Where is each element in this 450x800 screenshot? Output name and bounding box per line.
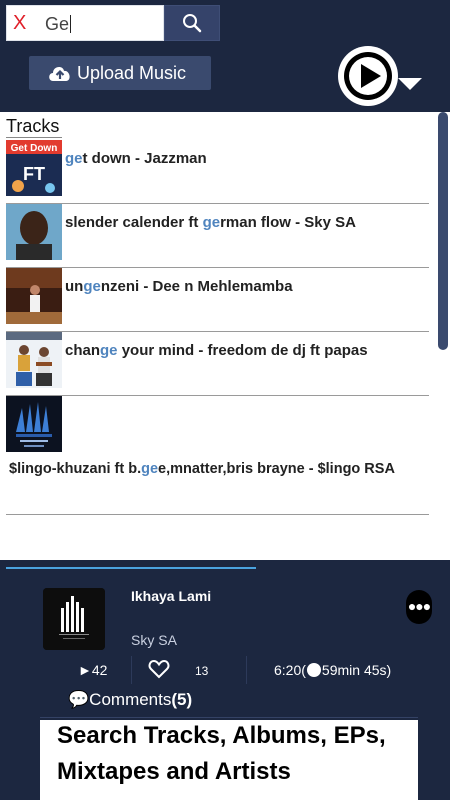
track-title: change your mind - freedom de dj ft papa… xyxy=(65,342,368,359)
track-title: $lingo-khuzani ft b.gee,mnatter,bris bra… xyxy=(9,461,395,477)
tracks-panel: Tracks Get Down FT get down - Jazzman sl… xyxy=(0,112,436,560)
top-bar: X Ge Upload Music xyxy=(0,0,450,112)
clock-icon xyxy=(306,663,321,677)
list-divider xyxy=(6,514,429,515)
svg-text:FT: FT xyxy=(23,164,45,184)
scrollbar-thumb[interactable] xyxy=(438,112,448,350)
plays-count: ►42 xyxy=(78,662,108,678)
chevron-down-icon[interactable] xyxy=(398,78,422,90)
comments-link[interactable]: 💬Comments(5) xyxy=(68,690,192,710)
track-row[interactable]: Get Down FT get down - Jazzman xyxy=(6,140,429,204)
track-row[interactable]: $lingo-khuzani ft b.gee,mnatter,bris bra… xyxy=(6,396,429,514)
track-row[interactable]: ungenzeni - Dee n Mehlemamba xyxy=(6,268,429,332)
stats-divider xyxy=(131,656,132,684)
song-title: Ikhaya Lami xyxy=(131,588,212,604)
upload-music-button[interactable]: Upload Music xyxy=(29,56,211,90)
track-title: ungenzeni - Dee n Mehlemamba xyxy=(65,278,293,295)
speech-bubble-icon: 💬 xyxy=(68,690,90,709)
now-playing-bar: Ikhaya Lami Sky SA ●●● ►42 13 6:20(59min… xyxy=(0,560,450,730)
search-input[interactable]: X Ge xyxy=(6,5,164,41)
thumb-label: Get Down xyxy=(11,143,58,154)
likes-count: 13 xyxy=(195,664,209,678)
tracks-section-title: Tracks xyxy=(6,116,60,136)
more-options-button[interactable]: ●●● xyxy=(406,590,432,624)
search-query-text: Ge xyxy=(45,14,72,34)
track-thumbnail xyxy=(6,204,62,260)
album-cover[interactable] xyxy=(43,588,105,650)
search-button[interactable] xyxy=(164,5,220,41)
song-artist[interactable]: Sky SA xyxy=(131,632,177,648)
track-thumbnail: Get Down FT xyxy=(6,140,62,196)
track-title: get down - Jazzman xyxy=(65,150,207,167)
track-row[interactable]: change your mind - freedom de dj ft papa… xyxy=(6,332,429,396)
progress-bar[interactable] xyxy=(6,567,256,569)
track-row[interactable]: slender calender ft german flow - Sky SA xyxy=(6,204,429,268)
duration: 6:20(59min 45s) xyxy=(274,662,392,678)
upload-music-label: Upload Music xyxy=(77,62,187,83)
track-title: slender calender ft german flow - Sky SA xyxy=(65,214,356,231)
clear-search-button[interactable]: X xyxy=(13,12,26,35)
scrollbar[interactable] xyxy=(436,112,450,560)
track-thumbnail xyxy=(6,396,62,452)
track-stats: ►42 13 6:20(59min 45s) xyxy=(0,652,450,688)
play-logo-icon[interactable] xyxy=(336,44,400,108)
cloud-upload-icon xyxy=(49,67,70,81)
heart-icon[interactable] xyxy=(148,658,170,680)
more-dots-icon: ●●● xyxy=(407,598,431,614)
track-thumbnail xyxy=(6,268,62,324)
search-icon xyxy=(183,14,202,33)
track-thumbnail xyxy=(6,332,62,388)
stats-divider xyxy=(246,656,247,684)
promo-caption: Search Tracks, Albums, EPs, Mixtapes and… xyxy=(57,722,386,785)
play-count-icon: ► xyxy=(78,662,92,678)
section-divider xyxy=(6,137,62,138)
